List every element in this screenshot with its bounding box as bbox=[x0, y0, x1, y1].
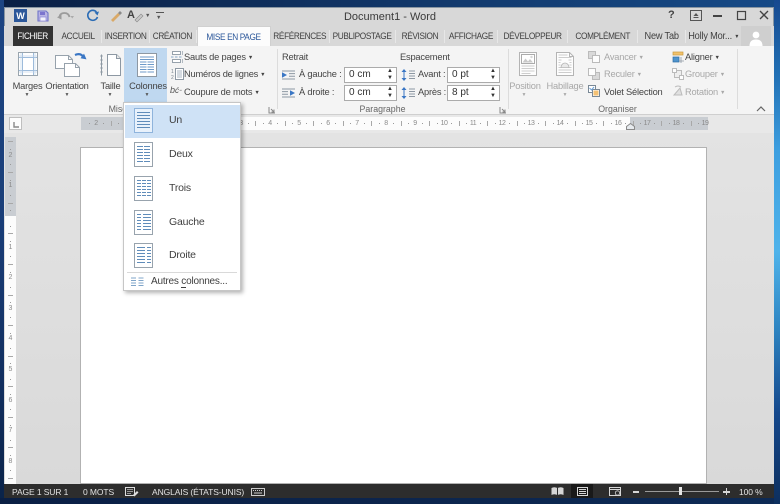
svg-text:2: 2 bbox=[171, 75, 174, 81]
